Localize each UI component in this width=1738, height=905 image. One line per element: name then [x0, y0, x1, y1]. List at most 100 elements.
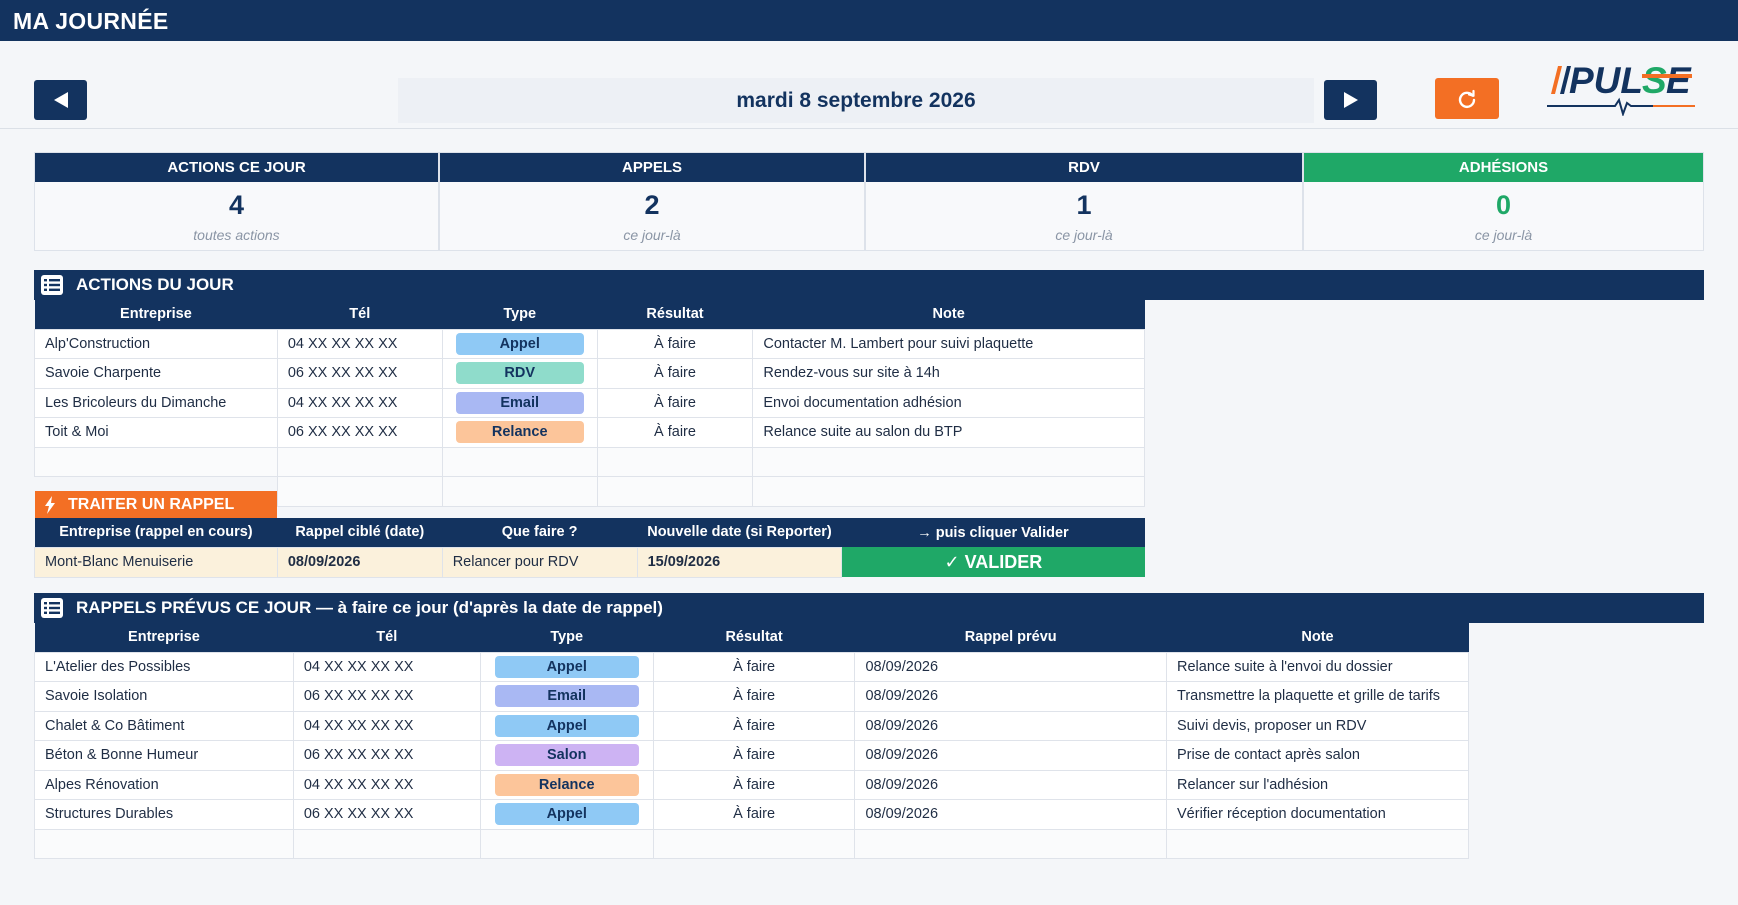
actions-section-header: ACTIONS DU JOUR — [34, 270, 1704, 300]
cell-date: 08/09/2026 — [854, 740, 1168, 771]
column-header: Note — [752, 300, 1145, 329]
table-row[interactable]: Chalet & Co Bâtiment 04 XX XX XX XX Appe… — [34, 710, 1469, 741]
kpi-actions-card: ACTIONS CE JOUR 4 toutes actions — [34, 152, 439, 251]
column-header: Que faire ? — [442, 518, 638, 547]
column-header: Type — [480, 623, 654, 652]
cell-note: Envoi documentation adhésion — [752, 387, 1145, 418]
cell-entreprise: Alp'Construction — [34, 328, 278, 359]
cell-date: 08/09/2026 — [854, 799, 1168, 830]
rappel-date-field[interactable]: 08/09/2026 — [276, 546, 443, 578]
rappel-entreprise-field[interactable]: Mont-Blanc Menuiserie — [34, 546, 278, 578]
cell-entreprise: Savoie Isolation — [34, 681, 294, 712]
cell-note: Suivi devis, proposer un RDV — [1166, 710, 1469, 741]
svg-text:PUL: PUL — [1569, 60, 1643, 101]
table-row[interactable]: Savoie Charpente 06 XX XX XX XX RDV À fa… — [34, 358, 1145, 389]
kpi-value: 2 — [644, 190, 660, 220]
kpi-title: APPELS — [440, 153, 864, 182]
kpi-adhesions-card: ADHÉSIONS 0 ce jour-là — [1303, 152, 1704, 251]
type-badge: Relance — [455, 421, 584, 444]
table-row[interactable]: Alp'Construction 04 XX XX XX XX Appel À … — [34, 328, 1145, 359]
table-row[interactable]: Toit & Moi 06 XX XX XX XX Relance À fair… — [34, 417, 1145, 448]
column-header: Entreprise — [34, 300, 278, 329]
cell-note: Transmettre la plaquette et grille de ta… — [1166, 681, 1469, 712]
cell-date: 08/09/2026 — [854, 710, 1168, 741]
kpi-subtitle: ce jour-là — [1474, 227, 1533, 243]
empty-row[interactable] — [34, 828, 1469, 859]
cell-resultat: À faire — [596, 358, 754, 389]
column-header: Tél — [277, 300, 443, 329]
tag-label: TRAITER UN RAPPEL — [68, 495, 235, 513]
column-header: Tél — [293, 623, 481, 652]
kpi-subtitle: toutes actions — [193, 227, 280, 243]
nouvelle-date-field[interactable]: 15/09/2026 — [636, 546, 843, 578]
pulse-logo: PUL S E — [1545, 58, 1700, 118]
svg-text:S: S — [1642, 60, 1667, 101]
table-row[interactable]: Structures Durables 06 XX XX XX XX Appel… — [34, 799, 1469, 830]
cell-tel: 06 XX XX XX XX — [292, 681, 481, 712]
next-day-button[interactable] — [1324, 80, 1377, 120]
section-title: ACTIONS DU JOUR — [76, 275, 234, 294]
cell-resultat: À faire — [652, 740, 856, 771]
table-row[interactable]: Béton & Bonne Humeur 06 XX XX XX XX Salo… — [34, 740, 1469, 771]
cell-entreprise: Chalet & Co Bâtiment — [34, 710, 294, 741]
kpi-rdv-card: RDV 1 ce jour-là — [865, 152, 1303, 251]
cell-entreprise: Structures Durables — [34, 799, 294, 830]
column-header: Note — [1166, 623, 1469, 652]
kpi-title: ADHÉSIONS — [1304, 153, 1703, 182]
lightning-icon — [44, 495, 56, 514]
empty-row[interactable] — [34, 446, 1145, 477]
cell-tel: 04 XX XX XX XX — [292, 710, 481, 741]
triangle-right-icon — [1343, 92, 1358, 108]
column-header: Entreprise (rappel en cours) — [34, 518, 278, 547]
cell-tel: 06 XX XX XX XX — [292, 799, 481, 830]
cell-tel: 04 XX XX XX XX — [276, 387, 443, 418]
que-faire-select[interactable]: Relancer pour RDV — [441, 546, 638, 578]
title-bar: MA JOURNÉE — [0, 0, 1738, 41]
cell-date: 08/09/2026 — [854, 681, 1168, 712]
traiter-rappel-tag: TRAITER UN RAPPEL — [35, 491, 277, 518]
cell-note: Prise de contact après salon — [1166, 740, 1469, 771]
type-badge: Email — [494, 685, 639, 708]
rappels-section-header: RAPPELS PRÉVUS CE JOUR — à faire ce jour… — [34, 593, 1704, 623]
cell-tel: 04 XX XX XX XX — [292, 651, 481, 682]
kpi-subtitle: ce jour-là — [623, 227, 681, 243]
type-badge: Appel — [455, 332, 584, 355]
cell-tel: 06 XX XX XX XX — [276, 358, 443, 389]
kpi-value: 0 — [1495, 190, 1512, 220]
cell-date: 08/09/2026 — [854, 769, 1168, 800]
column-header: Entreprise — [34, 623, 294, 652]
column-header: Rappel prévu — [854, 623, 1167, 652]
list-icon — [40, 274, 64, 296]
cell-entreprise: Les Bricoleurs du Dimanche — [34, 387, 278, 418]
refresh-button[interactable] — [1435, 78, 1499, 119]
cell-note: Rendez-vous sur site à 14h — [752, 358, 1145, 389]
cell-resultat: À faire — [596, 387, 754, 418]
kpi-value: 4 — [228, 190, 245, 220]
date-display: mardi 8 septembre 2026 — [398, 78, 1314, 123]
valider-button[interactable]: ✓ VALIDER — [842, 547, 1145, 577]
cell-tel: 04 XX XX XX XX — [292, 769, 481, 800]
table-row[interactable]: Savoie Isolation 06 XX XX XX XX Email À … — [34, 681, 1469, 712]
type-badge: Appel — [494, 714, 639, 737]
actions-table: Entreprise Tél Type Résultat Note Alp'Co… — [34, 300, 1145, 507]
cell-entreprise: L'Atelier des Possibles — [34, 651, 294, 682]
cell-note: Relancer sur l'adhésion — [1166, 769, 1469, 800]
column-header: Type — [442, 300, 598, 329]
table-row[interactable]: Les Bricoleurs du Dimanche 04 XX XX XX X… — [34, 387, 1145, 418]
cell-note: Relance suite à l'envoi du dossier — [1166, 651, 1469, 682]
cell-entreprise: Alpes Rénovation — [34, 769, 294, 800]
section-title: RAPPELS PRÉVUS CE JOUR — à faire ce jour… — [76, 598, 663, 617]
svg-text:E: E — [1666, 60, 1692, 101]
kpi-appels-card: APPELS 2 ce jour-là — [439, 152, 865, 251]
previous-day-button[interactable] — [34, 80, 87, 120]
cell-resultat: À faire — [652, 799, 856, 830]
column-header: Nouvelle date (si Reporter) — [637, 518, 842, 547]
rappel-form-table: Entreprise (rappel en cours) Rappel cibl… — [34, 518, 1145, 578]
kpi-title: RDV — [866, 153, 1302, 182]
table-row[interactable]: L'Atelier des Possibles 04 XX XX XX XX A… — [34, 651, 1469, 682]
type-badge: Relance — [494, 773, 639, 796]
table-row[interactable]: Alpes Rénovation 04 XX XX XX XX Relance … — [34, 769, 1469, 800]
cell-resultat: À faire — [652, 681, 856, 712]
cell-tel: 06 XX XX XX XX — [292, 740, 481, 771]
cell-note: Vérifier réception documentation — [1166, 799, 1469, 830]
